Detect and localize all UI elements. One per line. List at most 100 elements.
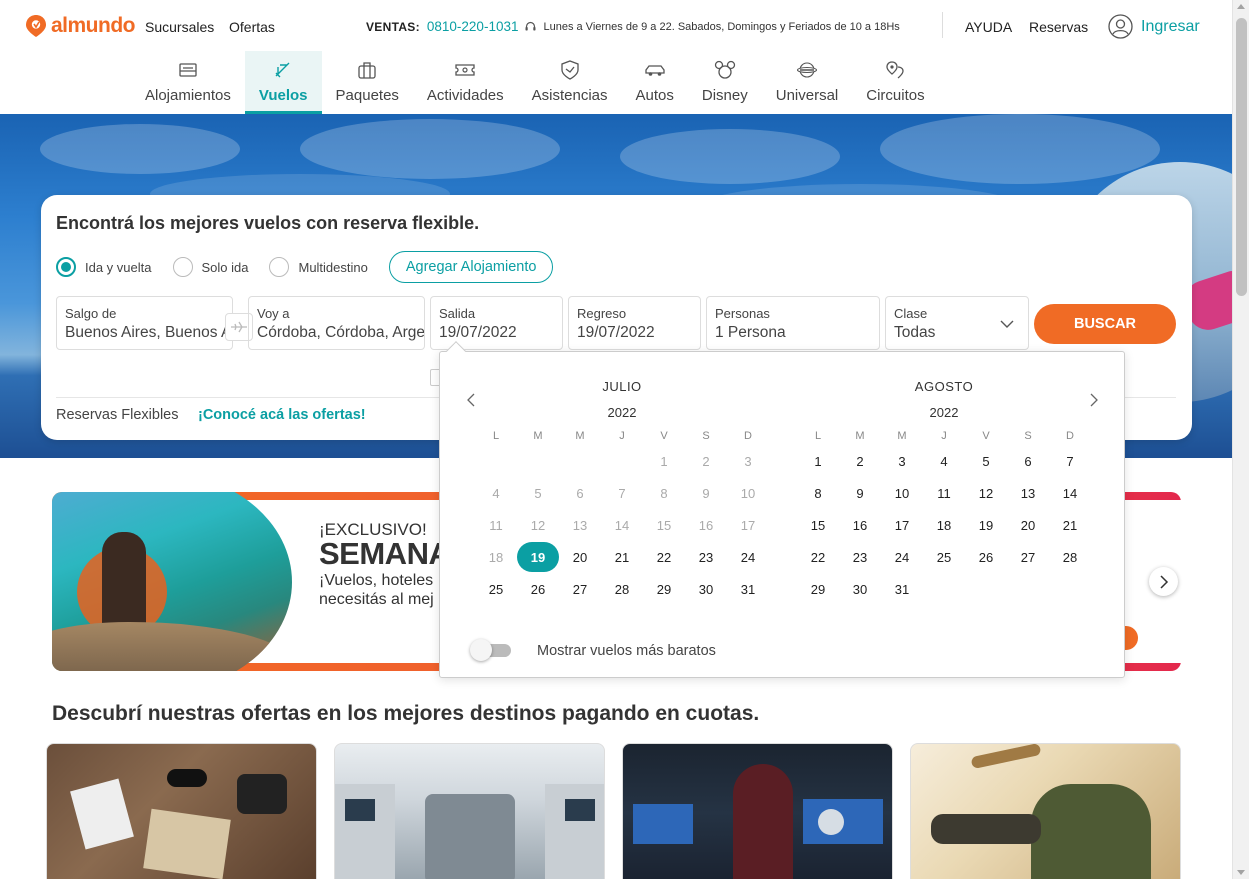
calendar-day: 8 [660,485,668,501]
radio-label: Multidestino [298,259,368,275]
calendar-day: 1 [660,453,668,469]
day-empty [475,445,517,477]
scroll-down-icon[interactable] [1237,870,1245,875]
ayuda-link[interactable]: AYUDA [965,19,1012,35]
search-title: Encontrá los mejores vuelos con reserva … [56,213,480,233]
calendar-day[interactable]: 10 [881,477,923,509]
calendar-day[interactable]: 31 [727,573,769,605]
trip-type-roundtrip[interactable]: Ida y vuelta [56,257,152,277]
calendar-day[interactable]: 11 [923,477,965,509]
mickey-icon [714,60,735,79]
calendar-day[interactable]: 27 [559,573,601,605]
ingresar-link[interactable]: Ingresar [1141,18,1200,36]
reservas-link[interactable]: Reservas [1029,19,1088,35]
page-scrollbar[interactable] [1232,0,1249,879]
calendar-day[interactable]: 31 [881,573,923,605]
calendar-day[interactable]: 26 [517,573,559,605]
month-name: JULIO [602,379,642,394]
calendar-day[interactable]: 20 [559,541,601,573]
weekday: L [492,430,500,442]
people-field[interactable]: Personas 1 Persona [706,296,880,350]
nav-actividades[interactable]: Actividades [413,51,518,114]
class-select[interactable]: Clase Todas [885,296,1029,350]
calendar-day[interactable]: 23 [839,541,881,573]
trip-type-oneway[interactable]: Solo ida [172,257,248,277]
calendar-day[interactable]: 6 [1007,445,1049,477]
calendar-day: 7 [618,485,626,501]
calendar-day[interactable]: 7 [1049,445,1091,477]
headset-icon [525,21,536,30]
calendar-day[interactable]: 24 [727,541,769,573]
sucursales-link[interactable]: Sucursales [145,19,214,35]
calendar-day[interactable]: 16 [839,509,881,541]
calendar-day: 18 [488,549,504,565]
nav-universal[interactable]: Universal [762,51,853,114]
nav-disney[interactable]: Disney [688,51,762,114]
calendar-day[interactable]: 3 [881,445,923,477]
calendar-day[interactable]: 9 [839,477,881,509]
departure-date-field[interactable]: Salida 19/07/2022 [430,296,563,350]
offer-card[interactable] [334,743,605,879]
trip-type-multidestination[interactable]: Multidestino [269,257,368,277]
nav-paquetes[interactable]: Paquetes [322,51,413,114]
return-date-field[interactable]: Regreso 19/07/2022 [568,296,701,350]
calendar-day[interactable]: 5 [965,445,1007,477]
calendar-day[interactable]: 26 [965,541,1007,573]
calendar-day[interactable]: 2 [839,445,881,477]
carousel-next-button[interactable] [1149,567,1178,596]
calendar-day[interactable]: 15 [797,509,839,541]
calendar-day[interactable]: 14 [1049,477,1091,509]
add-hotel-button[interactable]: Agregar Alojamiento [388,251,554,283]
calendar-day[interactable]: 19 [965,509,1007,541]
calendar-day[interactable]: 1 [797,445,839,477]
weekday: S [1024,430,1032,442]
destination-field[interactable]: Voy a Córdoba, Córdoba, Argentina [248,296,425,350]
nav-circuitos[interactable]: Circuitos [852,51,938,114]
offer-card[interactable] [622,743,893,879]
calendar-day[interactable]: 18 [923,509,965,541]
nav-alojamientos[interactable]: Alojamientos [131,51,245,114]
ofertas-link[interactable]: Ofertas [229,19,275,35]
calendar-day[interactable]: 29 [797,573,839,605]
ventas-phone[interactable]: 0810-220-1031 [427,19,519,34]
scroll-up-icon[interactable] [1237,4,1245,9]
calendar-day[interactable]: 13 [1007,477,1049,509]
calendar-day[interactable]: 25 [923,541,965,573]
calendar-day[interactable]: 4 [923,445,965,477]
origin-field[interactable]: Salgo de Buenos Aires, Buenos Aires, Arg… [56,296,233,350]
calendar-day[interactable]: 22 [643,541,685,573]
nav-asistencias[interactable]: Asistencias [518,51,622,114]
calendar-day[interactable]: 22 [797,541,839,573]
calendar-day[interactable]: 25 [475,573,517,605]
calendar-day[interactable]: 24 [881,541,923,573]
nav-vuelos[interactable]: Vuelos [244,51,322,114]
offer-card[interactable] [910,743,1181,879]
calendar-day[interactable]: 29 [643,573,685,605]
calendar-day[interactable]: 30 [839,573,881,605]
calendar-day[interactable]: 21 [1049,509,1091,541]
calendar-day[interactable]: 20 [1007,509,1049,541]
map-pin-icon [886,61,905,79]
user-icon[interactable] [1108,14,1133,39]
flexible-offers-link[interactable]: ¡Conocé acá las ofertas! [198,407,366,423]
radio-unchecked-icon [172,257,193,277]
calendar-day-selected[interactable]: 19 [517,541,559,573]
calendar-day[interactable]: 12 [965,477,1007,509]
calendar-day[interactable]: 27 [1007,541,1049,573]
calendar-day[interactable]: 28 [1049,541,1091,573]
calendar-day[interactable]: 8 [797,477,839,509]
month-year: 2022 [929,405,959,420]
brand-logo[interactable]: almundo [25,14,136,38]
calendar-day: 10 [740,485,756,501]
offer-card[interactable] [46,743,317,879]
calendar-day[interactable]: 23 [685,541,727,573]
calendar-day[interactable]: 30 [685,573,727,605]
weekday-header: L M M J V S D [475,430,769,442]
calendar-day[interactable]: 17 [881,509,923,541]
search-button[interactable]: BUSCAR [1034,304,1176,344]
cheaper-flights-toggle[interactable] [470,639,511,661]
calendar-day[interactable]: 28 [601,573,643,605]
nav-autos[interactable]: Autos [622,51,688,114]
calendar-day[interactable]: 21 [601,541,643,573]
scroll-thumb[interactable] [1236,18,1247,296]
